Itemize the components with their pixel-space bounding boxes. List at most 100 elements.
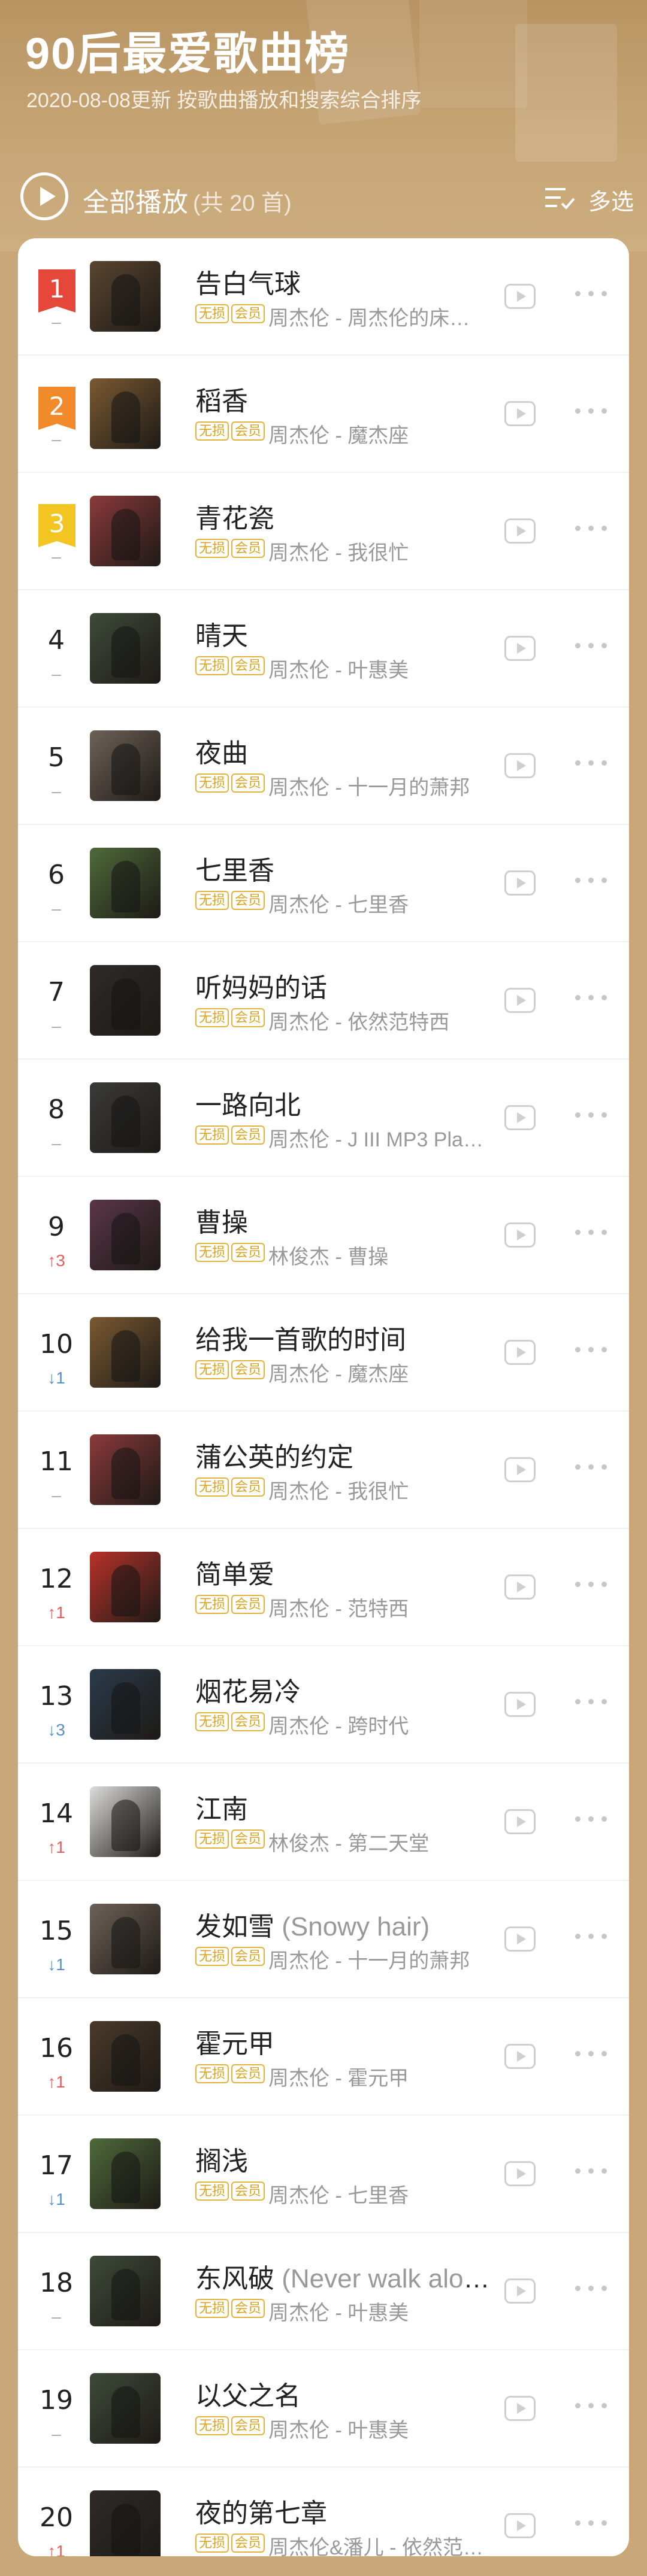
mv-icon[interactable] — [504, 284, 536, 309]
song-row[interactable]: 15 ↓1 发如雪 (Snowy hair) 无损 会员 周杰伦 - 十一月的萧邦 — [18, 1881, 629, 1998]
multi-select-button[interactable]: 多选 — [588, 183, 634, 216]
mv-icon[interactable] — [504, 401, 536, 426]
more-icon[interactable] — [575, 407, 607, 415]
mv-icon[interactable] — [504, 988, 536, 1013]
more-icon[interactable] — [575, 642, 607, 650]
song-row[interactable]: 3– 青花瓷 无损 会员 周杰伦 - 我很忙 — [18, 473, 629, 590]
song-row[interactable]: 11 – 蒲公英的约定 无损 会员 周杰伦 - 我很忙 — [18, 1412, 629, 1529]
play-all-button[interactable]: 全部播放 — [83, 181, 188, 219]
mv-icon[interactable] — [504, 2161, 536, 2186]
song-row[interactable]: 19 – 以父之名 无损 会员 周杰伦 - 叶惠美 — [18, 2350, 629, 2468]
more-icon[interactable] — [575, 1111, 607, 1119]
song-title[interactable]: 简单爱 — [195, 1553, 495, 1591]
mv-icon[interactable] — [504, 2513, 536, 2538]
more-icon[interactable] — [575, 290, 607, 298]
more-icon[interactable] — [575, 2167, 607, 2176]
song-title[interactable]: 告白气球 — [195, 262, 495, 301]
song-title[interactable]: 东风破 (Never walk alone) — [195, 2257, 495, 2295]
more-icon[interactable] — [575, 1815, 607, 1823]
mv-icon[interactable] — [504, 518, 536, 544]
album-cover[interactable] — [90, 1317, 161, 1388]
song-title[interactable]: 搁浅 — [195, 2140, 495, 2178]
album-cover[interactable] — [90, 1082, 161, 1153]
song-title[interactable]: 晴天 — [195, 614, 495, 653]
more-icon[interactable] — [575, 2402, 607, 2410]
album-cover[interactable] — [90, 1904, 161, 1974]
album-cover[interactable] — [90, 2138, 161, 2209]
more-icon[interactable] — [575, 1346, 607, 1354]
mv-icon[interactable] — [504, 2044, 536, 2069]
song-title[interactable]: 霍元甲 — [195, 2022, 495, 2061]
more-icon[interactable] — [575, 1698, 607, 1706]
more-icon[interactable] — [575, 1463, 607, 1471]
song-row[interactable]: 1– 告白气球无损会员周杰伦 - 周杰伦的床边故事 — [18, 238, 629, 356]
song-title[interactable]: 一路向北 — [195, 1084, 495, 1122]
album-cover[interactable] — [90, 1434, 161, 1505]
more-icon[interactable] — [575, 759, 607, 767]
song-title[interactable]: 发如雪 (Snowy hair) — [195, 1905, 495, 1943]
song-title[interactable]: 给我一首歌的时间 — [195, 1318, 495, 1357]
more-icon[interactable] — [575, 1228, 607, 1237]
mv-icon[interactable] — [504, 753, 536, 778]
song-row[interactable]: 18 – 东风破 (Never walk alone) 无损 会员 周杰伦 - 叶惠美 — [18, 2233, 629, 2350]
song-title[interactable]: 夜曲 — [195, 732, 495, 770]
mv-icon[interactable] — [504, 1926, 536, 1952]
song-title[interactable]: 青花瓷 — [195, 497, 495, 535]
mv-icon[interactable] — [504, 2278, 536, 2304]
album-cover[interactable] — [90, 730, 161, 801]
mv-icon[interactable] — [504, 1692, 536, 1717]
song-row[interactable]: 7 – 听妈妈的话 无损 会员 周杰伦 - 依然范特西 — [18, 942, 629, 1060]
album-cover[interactable] — [90, 378, 161, 449]
more-icon[interactable] — [575, 524, 607, 533]
album-cover[interactable] — [90, 2021, 161, 2092]
song-row[interactable]: 13 ↓3 烟花易冷 无损 会员 周杰伦 - 跨时代 — [18, 1646, 629, 1764]
album-cover[interactable] — [90, 848, 161, 918]
album-cover[interactable] — [90, 1552, 161, 1622]
album-cover[interactable] — [90, 496, 161, 566]
mv-icon[interactable] — [504, 2396, 536, 2421]
more-icon[interactable] — [575, 2284, 607, 2293]
song-title[interactable]: 蒲公英的约定 — [195, 1436, 495, 1474]
mv-icon[interactable] — [504, 1809, 536, 1834]
song-row[interactable]: 20 ↑1 夜的第七章 无损 会员 周杰伦&潘儿 - 依然范特西 — [18, 2468, 629, 2556]
mv-icon[interactable] — [504, 870, 536, 896]
mv-icon[interactable] — [504, 1457, 536, 1482]
more-icon[interactable] — [575, 2050, 607, 2058]
album-cover[interactable] — [90, 2373, 161, 2444]
album-cover[interactable] — [90, 1786, 161, 1857]
song-row[interactable]: 6 – 七里香 无损 会员 周杰伦 - 七里香 — [18, 825, 629, 942]
song-row[interactable]: 2– 稻香 无损 会员 周杰伦 - 魔杰座 — [18, 356, 629, 473]
mv-icon[interactable] — [504, 636, 536, 661]
mv-icon[interactable] — [504, 1574, 536, 1600]
song-row[interactable]: 16 ↑1 霍元甲 无损 会员 周杰伦 - 霍元甲 — [18, 1998, 629, 2116]
song-title[interactable]: 七里香 — [195, 849, 495, 887]
song-row[interactable]: 4 – 晴天 无损 会员 周杰伦 - 叶惠美 — [18, 590, 629, 708]
more-icon[interactable] — [575, 876, 607, 885]
more-icon[interactable] — [575, 994, 607, 1002]
more-icon[interactable] — [575, 2519, 607, 2528]
album-cover[interactable] — [90, 613, 161, 684]
multi-select-icon[interactable] — [545, 186, 575, 211]
song-title[interactable]: 曹操 — [195, 1201, 495, 1239]
song-row[interactable]: 5 – 夜曲 无损 会员 周杰伦 - 十一月的萧邦 — [18, 708, 629, 825]
mv-icon[interactable] — [504, 1222, 536, 1248]
album-cover[interactable] — [90, 1669, 161, 1740]
song-row[interactable]: 17 ↓1 搁浅 无损 会员 周杰伦 - 七里香 — [18, 2116, 629, 2233]
mv-icon[interactable] — [504, 1340, 536, 1365]
album-cover[interactable] — [90, 261, 161, 332]
song-title[interactable]: 夜的第七章 — [195, 2492, 495, 2530]
more-icon[interactable] — [575, 1932, 607, 1941]
song-title[interactable]: 稻香 — [195, 380, 495, 418]
song-title[interactable]: 以父之名 — [195, 2374, 495, 2413]
song-row[interactable]: 14 ↑1 江南 无损 会员 林俊杰 - 第二天堂 — [18, 1764, 629, 1881]
song-title[interactable]: 烟花易冷 — [195, 1670, 495, 1709]
mv-icon[interactable] — [504, 1105, 536, 1130]
song-row[interactable]: 12 ↑1 简单爱 无损 会员 周杰伦 - 范特西 — [18, 1529, 629, 1646]
song-row[interactable]: 10 ↓1 给我一首歌的时间 无损 会员 周杰伦 - 魔杰座 — [18, 1294, 629, 1412]
album-cover[interactable] — [90, 1200, 161, 1270]
song-row[interactable]: 8 – 一路向北 无损 会员 周杰伦 - J III MP3 Player — [18, 1060, 629, 1177]
album-cover[interactable] — [90, 965, 161, 1036]
play-circle-icon[interactable] — [20, 172, 68, 220]
song-row[interactable]: 9 ↑3 曹操 无损 会员 林俊杰 - 曹操 — [18, 1177, 629, 1294]
album-cover[interactable] — [90, 2256, 161, 2326]
